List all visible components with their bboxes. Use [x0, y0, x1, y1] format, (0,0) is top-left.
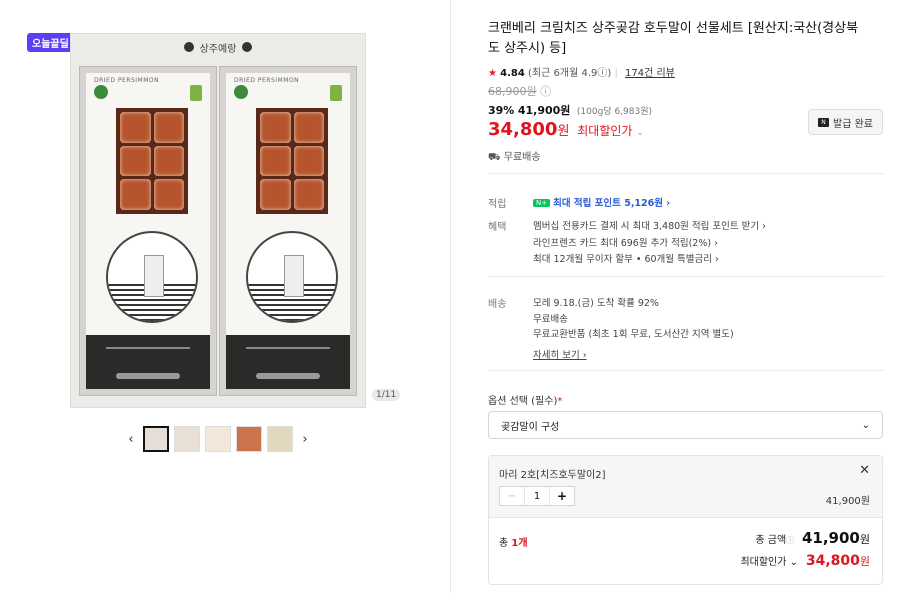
- sale-price-row: 39% 41,900원 (100g당 6,983원): [488, 102, 652, 118]
- total-count: 총 1개: [499, 534, 528, 549]
- chevron-left-icon[interactable]: ‹: [124, 432, 138, 447]
- certification-logo: [234, 85, 248, 99]
- box-base: [226, 335, 350, 389]
- total-amount: 총 금액ⓘ 41,900원: [755, 529, 870, 547]
- shipping-text: 무료배송: [503, 152, 541, 163]
- quantity-value[interactable]: 1: [525, 487, 549, 505]
- point-row[interactable]: N+ 최대 적립 포인트 5,126원 ›: [533, 195, 670, 209]
- rating-row: ★ 4.84 (최근 6개월 4.9ⓘ) | 174건 리뷰: [488, 68, 675, 79]
- product-info-panel: 크랜베리 크림치즈 상주곶감 호두말이 선물세트 [원산지:국산(경상북도 상주…: [488, 0, 884, 593]
- chevron-down-icon: ⌄: [636, 128, 644, 138]
- benefit-item[interactable]: 최대 12개월 무이자 할부 • 60개월 특별금리 ›: [533, 251, 719, 265]
- minus-button[interactable]: −: [500, 487, 525, 505]
- product-gallery: 오늘끝딜 상주예랑 DRIED PERSIMMON DRIED PERSIMMO…: [0, 0, 450, 593]
- info-icon: ⓘ: [786, 536, 795, 545]
- thumbnail-3[interactable]: [205, 426, 231, 452]
- rating-score: 4.84: [500, 68, 525, 79]
- point-text: 최대 적립 포인트 5,126원 ›: [553, 198, 671, 209]
- thumbnail-strip: ‹ ›: [124, 426, 312, 452]
- chevron-right-icon[interactable]: ›: [298, 432, 312, 447]
- plus-button[interactable]: +: [549, 487, 574, 505]
- original-price-value: 68,900원: [488, 85, 537, 98]
- best-price-row[interactable]: 34,800원 최대할인가 ⌄: [488, 119, 644, 140]
- total-count-value: 1개: [511, 538, 528, 549]
- info-icon: ⓘ: [540, 85, 552, 98]
- total-amount-label: 총 금액: [755, 535, 787, 546]
- image-counter: 1/11: [372, 389, 401, 401]
- box-base: [86, 335, 210, 389]
- box-label: DRIED PERSIMMON: [234, 77, 300, 84]
- naver-plus-icon: N+: [533, 199, 551, 207]
- benefit-item[interactable]: 멤버십 전용카드 결제 시 최대 3,480원 적립 포인트 받기 ›: [533, 218, 766, 232]
- total-amount-currency: 원: [859, 533, 870, 546]
- selected-option-row: 마리 2호[치즈호두말이2] ✕ − 1 + 41,900원: [489, 456, 882, 518]
- ornament-icon: [242, 42, 253, 52]
- delivery-label: 배송: [488, 299, 507, 310]
- selected-option-box: 마리 2호[치즈호두말이2] ✕ − 1 + 41,900원 총 1개 총 금액…: [488, 455, 883, 585]
- shipping-row: ⛟ 무료배송: [488, 148, 541, 165]
- point-label: 적립: [488, 199, 507, 210]
- box-label: DRIED PERSIMMON: [94, 77, 160, 84]
- product-title: 크랜베리 크림치즈 상주곶감 호두말이 선물세트 [원산지:국산(경상북도 상주…: [488, 21, 859, 56]
- gift-box-right: DRIED PERSIMMON: [219, 66, 357, 396]
- product-main-image[interactable]: 상주예랑 DRIED PERSIMMON DRIED PERSIMMON: [70, 33, 366, 408]
- total-best-label: 최대할인가 ⌄: [740, 557, 799, 568]
- more-link[interactable]: 자세히 보기 ›: [533, 347, 587, 361]
- persimmon-window: [256, 108, 328, 214]
- line-price: 41,900원: [825, 496, 870, 507]
- benefit-item[interactable]: 라인프렌즈 카드 최대 696원 추가 적립(2%) ›: [533, 235, 718, 249]
- certification-logo: [94, 85, 108, 99]
- option-select-value: 곶감말이 구성: [501, 421, 560, 433]
- best-price-label: 최대할인가: [577, 124, 633, 138]
- hero-banner: 상주예랑: [71, 34, 365, 60]
- brand-logo: [330, 85, 342, 101]
- unit-price: (100g당 6,983원): [576, 107, 653, 117]
- total-best-price[interactable]: 최대할인가 ⌄ 34,800원: [740, 553, 870, 569]
- delivery-item: 무료배송: [533, 314, 568, 325]
- option-select[interactable]: 곶감말이 구성 ⌄: [488, 411, 883, 439]
- original-price: 68,900원 ⓘ: [488, 83, 551, 99]
- thumbnail-5[interactable]: [267, 426, 293, 452]
- gift-box-left: DRIED PERSIMMON: [79, 66, 217, 396]
- hero-banner-text: 상주예랑: [199, 43, 237, 55]
- selected-option-name: 마리 2호[치즈호두말이2]: [499, 470, 606, 481]
- rating-note: (최근 6개월 4.9ⓘ): [528, 68, 612, 79]
- persimmon-window: [116, 108, 188, 214]
- truck-icon: ⛟: [488, 152, 501, 163]
- review-link[interactable]: 174건 리뷰: [625, 68, 675, 79]
- total-amount-value: 41,900: [801, 529, 860, 547]
- chevron-down-icon: ⌄: [861, 419, 870, 431]
- thumbnail-4[interactable]: [236, 426, 262, 452]
- option-label: 옵션 선택 (필수)*: [488, 392, 562, 407]
- deal-badge: 오늘끝딜: [27, 33, 74, 52]
- divider: [488, 173, 884, 174]
- benefit-label: 혜택: [488, 222, 507, 233]
- best-price-value: 34,800: [488, 119, 558, 140]
- ornament-icon: [183, 42, 194, 52]
- quantity-stepper: − 1 +: [499, 486, 575, 506]
- emblem-circle: [246, 231, 338, 323]
- total-label: 총: [499, 538, 509, 549]
- close-icon[interactable]: ✕: [859, 463, 870, 478]
- total-best-value: 34,800: [805, 553, 860, 569]
- panel-divider: [450, 0, 451, 593]
- sale-price: 41,900원: [517, 104, 571, 117]
- coupon-icon: N: [818, 117, 829, 127]
- delivery-item: 모레 9.18.(금) 도착 확률 92%: [533, 298, 659, 309]
- required-mark: *: [557, 396, 563, 407]
- total-best-currency: 원: [859, 555, 870, 568]
- divider: [488, 276, 884, 277]
- delivery-item: 무료교환반품 (최초 1회 무료, 도서산간 지역 별도): [533, 329, 734, 340]
- brand-logo: [190, 85, 202, 101]
- best-price-currency: 원: [557, 124, 570, 139]
- coupon-button-label: 발급 완료: [833, 118, 873, 130]
- divider: [488, 370, 884, 371]
- discount-percent: 39%: [488, 104, 515, 117]
- star-icon: ★: [488, 68, 497, 79]
- emblem-circle: [106, 231, 198, 323]
- option-label-text: 옵션 선택 (필수): [488, 396, 558, 407]
- thumbnail-1[interactable]: [143, 426, 169, 452]
- coupon-button[interactable]: N 발급 완료: [808, 109, 883, 135]
- thumbnail-2[interactable]: [174, 426, 200, 452]
